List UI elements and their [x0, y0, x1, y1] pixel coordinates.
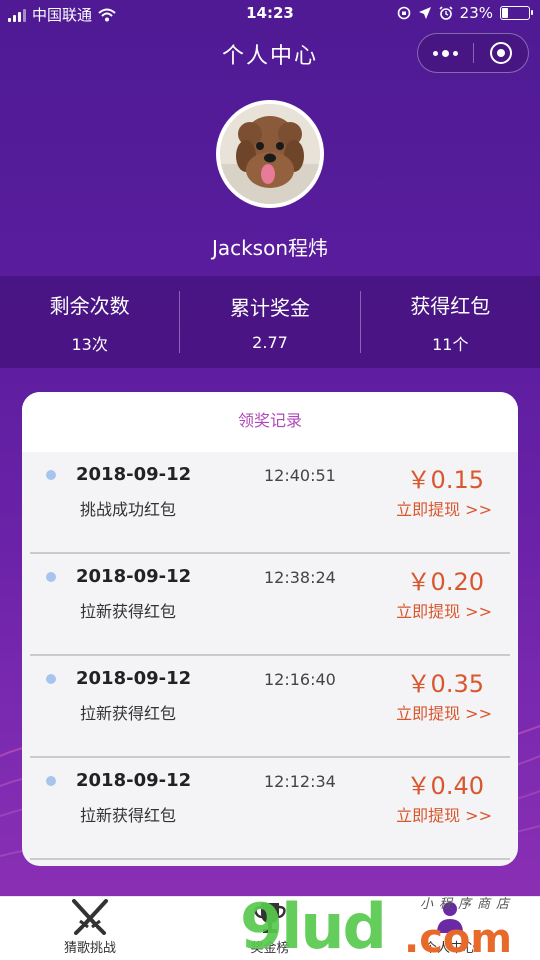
record-time: 12:16:40 [264, 670, 336, 689]
record-time: 12:40:51 [264, 466, 336, 485]
withdraw-link[interactable]: 立即提现 >> [396, 598, 492, 622]
stat-value: 11个 [432, 334, 469, 354]
record-time: 12:12:34 [264, 772, 336, 791]
battery-fill [502, 8, 508, 18]
status-bar: 中国联通 14:23 23% [0, 0, 540, 28]
tab-leaderboard[interactable]: 奖金榜 [180, 897, 360, 960]
avatar[interactable] [216, 100, 324, 208]
alarm-icon [439, 6, 453, 20]
record-row: 2018-09-12 12:16:40 拉新获得红包 ￥0.35 立即提现 >> [30, 656, 510, 758]
stat-value: 2.77 [252, 333, 288, 352]
record-amount: ￥0.40 [406, 772, 484, 800]
crossed-swords-icon [72, 899, 108, 935]
record-dot-icon [46, 776, 56, 786]
target-circle-icon [489, 42, 512, 64]
more-button[interactable] [418, 33, 473, 73]
battery-icon [500, 6, 533, 20]
tab-label: 个人中心 [423, 941, 476, 956]
records-title: 领奖记录 [22, 392, 518, 452]
tab-guess-challenge[interactable]: 猜歌挑战 [0, 897, 180, 960]
stat-red-packets: 获得红包 11个 [361, 290, 540, 355]
record-desc: 拉新获得红包 [80, 806, 177, 825]
tab-label: 猜歌挑战 [63, 941, 116, 956]
stat-label: 剩余次数 [49, 293, 130, 318]
record-time: 12:38:24 [264, 568, 336, 587]
dog-avatar-icon [220, 104, 320, 204]
tab-bar: 猜歌挑战 奖金榜 个人中心 [0, 896, 540, 960]
record-desc: 挑战成功红包 [80, 500, 177, 519]
battery-percent: 23% [459, 4, 493, 22]
record-desc: 拉新获得红包 [80, 602, 177, 621]
withdraw-link[interactable]: 立即提现 >> [396, 700, 492, 724]
record-dot-icon [46, 572, 56, 582]
stat-remaining: 剩余次数 13次 [0, 290, 179, 355]
record-dot-icon [46, 674, 56, 684]
stat-label: 获得红包 [410, 293, 491, 318]
record-amount: ￥0.15 [406, 466, 484, 494]
stats-bar: 剩余次数 13次 累计奖金 2.77 获得红包 11个 [0, 276, 540, 368]
withdraw-link[interactable]: 立即提现 >> [396, 802, 492, 826]
tab-personal-center[interactable]: 个人中心 [360, 897, 540, 960]
person-icon [437, 902, 463, 933]
mini-program-capsule [417, 33, 529, 73]
stat-total-bonus: 累计奖金 2.77 [180, 292, 359, 352]
stat-value: 13次 [71, 334, 108, 354]
tab-label: 奖金榜 [250, 941, 290, 956]
orientation-lock-icon [397, 6, 410, 20]
record-row: 2018-09-12 12:38:24 拉新获得红包 ￥0.20 立即提现 >> [30, 554, 510, 656]
record-date: 2018-09-12 [76, 668, 192, 689]
record-dot-icon [46, 470, 56, 480]
record-row: 2018-09-12 12:40:51 挑战成功红包 ￥0.15 立即提现 >> [30, 452, 510, 554]
location-arrow-icon [418, 7, 431, 19]
record-amount: ￥0.20 [406, 568, 484, 596]
record-date: 2018-09-12 [76, 566, 192, 587]
withdraw-link[interactable]: 立即提现 >> [396, 496, 492, 520]
record-desc: 拉新获得红包 [80, 704, 177, 723]
close-button[interactable] [473, 33, 528, 73]
records-card: 领奖记录 2018-09-12 12:40:51 挑战成功红包 ￥0.15 立即… [22, 392, 518, 866]
record-date: 2018-09-12 [76, 464, 192, 485]
record-amount: ￥0.35 [406, 670, 484, 698]
stat-label: 累计奖金 [229, 296, 310, 320]
username: Jackson程炜 [211, 236, 329, 260]
record-date: 2018-09-12 [76, 770, 192, 791]
record-row: 2018-09-12 12:12:34 拉新获得红包 ￥0.40 立即提现 >> [30, 758, 510, 860]
trophy-icon [254, 903, 286, 933]
more-dots-icon [432, 49, 458, 57]
status-right: 23% [397, 4, 533, 22]
